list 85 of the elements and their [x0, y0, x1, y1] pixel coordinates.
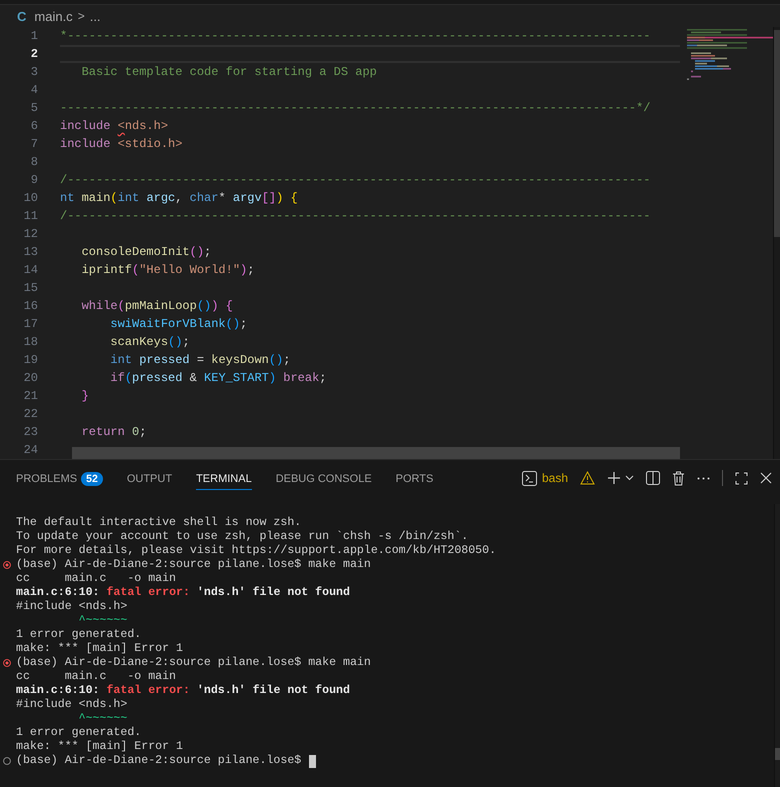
- chevron-down-icon[interactable]: [625, 475, 634, 481]
- code-line: nt main(int argc, char* argv[]) {: [60, 190, 298, 206]
- line-number: 16: [22, 299, 38, 313]
- line-number: 11: [22, 209, 38, 223]
- line-number: 14: [22, 263, 38, 277]
- panel-tab[interactable]: PROBLEMS 52: [16, 466, 103, 490]
- code-line: /---------------------------------------------------------------------------------: [60, 172, 650, 188]
- code-line: include <nds.h>: [60, 118, 168, 134]
- breadcrumb-separator: >: [78, 9, 85, 23]
- trash-icon[interactable]: [672, 470, 685, 486]
- code-line: swiWaitForVBlank();: [109, 316, 248, 332]
- code-line: if(pressed & KEY_START) break;: [109, 370, 326, 386]
- terminal-line: #include <nds.h>: [16, 698, 128, 712]
- line-number: 13: [22, 245, 38, 259]
- terminal-line: make: *** [main] Error 1: [16, 642, 183, 656]
- line-number: 21: [22, 389, 38, 403]
- vertical-scrollbar[interactable]: [773, 27, 780, 459]
- line-number: 12: [22, 227, 38, 241]
- terminal-line: For more details, please visit https://support.apple.com/kb/HT208050.: [16, 544, 496, 558]
- terminal-line: 1 error generated.: [16, 628, 142, 642]
- terminal-line: #include <nds.h>: [16, 600, 128, 614]
- line-number: 20: [22, 371, 38, 385]
- error-status-icon[interactable]: [3, 561, 11, 569]
- count-badge: 52: [81, 472, 103, 486]
- panel-tab[interactable]: OUTPUT: [126, 466, 172, 490]
- terminal-line: (base) Air-de-Diane-2:source pilane.lose$ make main: [16, 558, 371, 572]
- plus-icon[interactable]: [607, 471, 621, 485]
- line-number: 2: [30, 47, 38, 61]
- more-icon[interactable]: [697, 476, 710, 480]
- shell-name[interactable]: bash: [542, 471, 568, 485]
- line-number: 8: [30, 155, 38, 169]
- terminal-icon[interactable]: [522, 470, 537, 486]
- breadcrumb-more[interactable]: ...: [90, 8, 101, 24]
- line-number: 5: [30, 101, 38, 115]
- terminal-line: 1 error generated.: [16, 726, 142, 740]
- line-number: 7: [30, 137, 38, 151]
- maximize-icon[interactable]: [735, 472, 748, 484]
- terminal-line: cc main.c -o main: [16, 670, 176, 684]
- line-number: 22: [22, 407, 38, 421]
- code-line: /---------------------------------------------------------------------------------: [60, 208, 650, 224]
- line-number: 4: [30, 83, 38, 97]
- terminal-line: cc main.c -o main: [16, 572, 176, 586]
- line-number: 18: [22, 335, 38, 349]
- panel-tab[interactable]: DEBUG CONSOLE: [276, 466, 372, 490]
- line-number: 23: [22, 425, 38, 439]
- idle-status-icon[interactable]: [3, 757, 11, 765]
- code-line: int pressed = keysDown();: [109, 352, 290, 368]
- warning-icon[interactable]: [580, 471, 595, 485]
- terminal-line: The default interactive shell is now zsh.: [16, 516, 302, 530]
- terminal-line: make: *** [main] Error 1: [16, 740, 183, 754]
- terminal-scrollbar[interactable]: [774, 504, 780, 787]
- line-number: 24: [22, 443, 38, 457]
- horizontal-scrollbar[interactable]: [72, 447, 680, 459]
- code-line: iprintf("Hello World!");: [80, 262, 254, 278]
- terminal-line: To update your account to use zsh, please run `chsh -s /bin/zsh`.: [16, 530, 468, 544]
- line-number: 1: [30, 29, 38, 43]
- error-status-icon[interactable]: [3, 659, 11, 667]
- code-line: *---------------------------------------------------------------------------------: [60, 28, 650, 44]
- terminal-line: main.c:6:10: fatal error: 'nds.h' file not found: [16, 586, 350, 600]
- line-number: 15: [22, 281, 38, 295]
- line-number: 17: [22, 317, 38, 331]
- code-line: --------------------------------------------------------------------------------*/: [60, 100, 650, 116]
- terminal-line: (base) Air-de-Diane-2:source pilane.lose$ make main: [16, 656, 371, 670]
- c-file-icon: C: [17, 8, 26, 24]
- line-number: 6: [30, 119, 38, 133]
- terminal-line: (base) Air-de-Diane-2:source pilane.lose$: [16, 754, 302, 768]
- code-line: scanKeys();: [109, 334, 190, 350]
- code-line: while(pmMainLoop()) {: [80, 298, 233, 314]
- line-number: 3: [30, 65, 38, 79]
- code-line: return 0;: [80, 424, 146, 440]
- terminal-line: main.c:6:10: fatal error: 'nds.h' file not found: [16, 684, 350, 698]
- panel-tab[interactable]: TERMINAL: [196, 466, 252, 490]
- code-line: }: [80, 388, 89, 404]
- code-line: include <stdio.h>: [60, 136, 182, 152]
- code-line: Basic template code for starting a DS app: [80, 64, 377, 80]
- code-line: consoleDemoInit();: [80, 244, 212, 260]
- line-number: 10: [22, 191, 38, 205]
- terminal-line: ^~~~~~~: [78, 712, 128, 726]
- line-number: 19: [22, 353, 38, 367]
- terminal-line: ^~~~~~~: [78, 614, 128, 628]
- split-icon[interactable]: [646, 471, 660, 485]
- breadcrumb-file[interactable]: main.c: [34, 8, 73, 24]
- panel-tab[interactable]: PORTS: [396, 466, 434, 490]
- close-icon[interactable]: [760, 472, 772, 484]
- line-number: 9: [30, 173, 38, 187]
